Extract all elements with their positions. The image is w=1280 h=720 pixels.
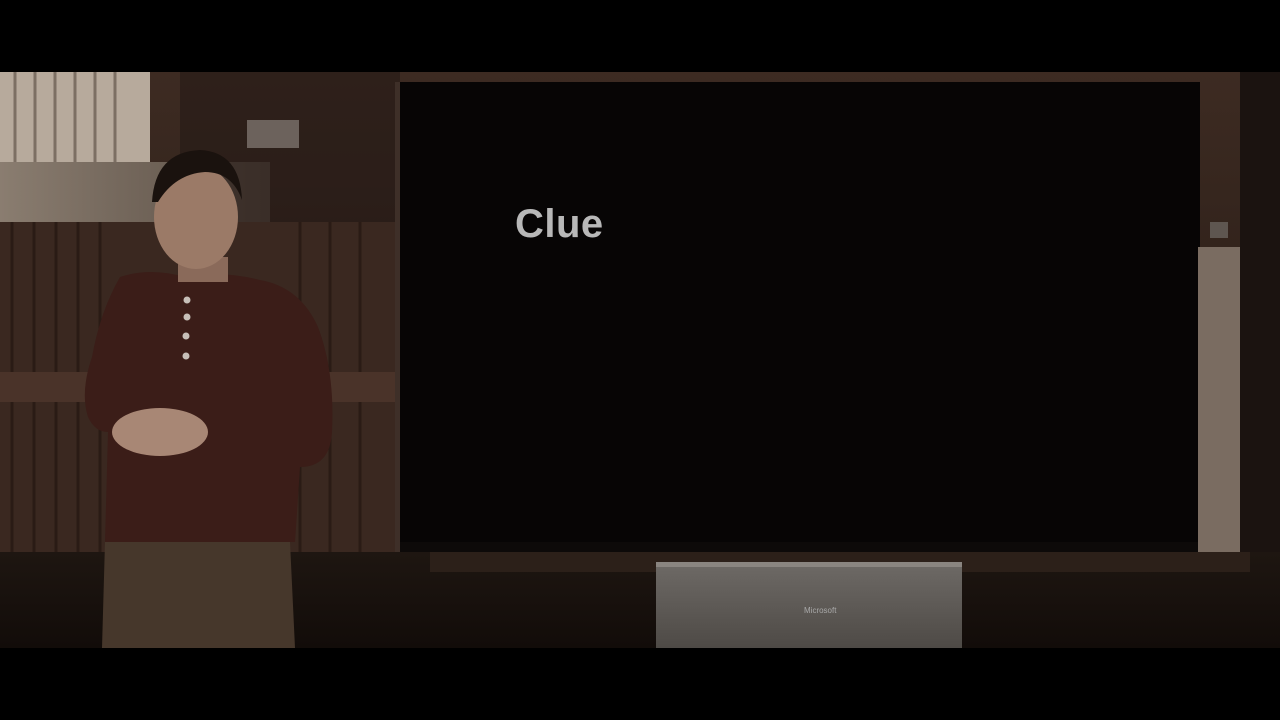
podium (656, 562, 962, 648)
scene-illustration (0, 72, 1280, 648)
lecture-scene: Clue Microsoft (0, 72, 1280, 648)
video-frame: Clue Microsoft (0, 0, 1280, 720)
presenter-hands (112, 408, 208, 456)
display-brand-label: Microsoft (804, 606, 837, 615)
presenter-pants (102, 542, 295, 648)
right-wall (1240, 72, 1280, 572)
podium-top (656, 562, 962, 567)
slide-title: Clue (515, 202, 604, 246)
projection-screen (400, 82, 1200, 552)
right-pillar (1198, 247, 1240, 552)
right-wall-switch (1210, 222, 1228, 238)
presenter-sweater (84, 272, 333, 542)
